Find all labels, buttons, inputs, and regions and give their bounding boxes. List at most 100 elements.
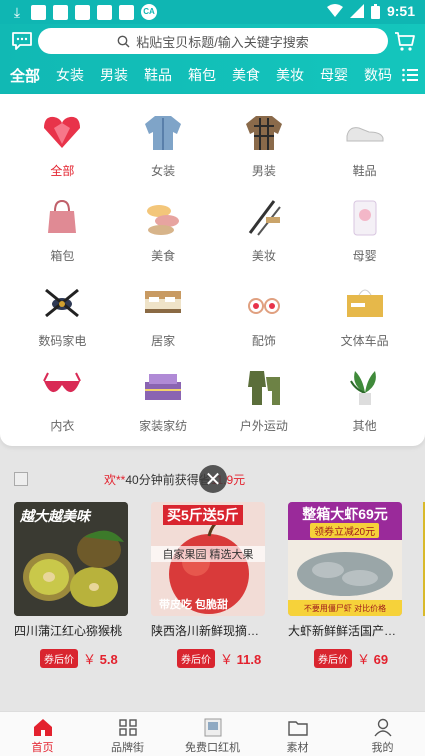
product-image: 买5斤送5斤 自家果园 精选大果 带皮吃 包脆甜 (151, 502, 265, 616)
status-bar: ⤓ CA 9:51 (0, 0, 425, 24)
ticker-text: 40分钟前获得省 (125, 472, 211, 487)
download-icon: ⤓ (13, 3, 21, 20)
product-card[interactable]: 越大越美味 四川蒲江红心猕猴桃 券后价 ￥ 5.8 (14, 502, 132, 668)
list-menu-icon (402, 68, 418, 82)
outdoor-suit-icon (244, 367, 284, 407)
bedding-icon (143, 367, 183, 407)
product-card[interactable]: 买5斤送5斤 自家果园 精选大果 带皮吃 包脆甜 陕西洛川新鲜现摘苹果 券后价 … (151, 502, 269, 668)
category-tab[interactable]: 女装 (48, 65, 92, 85)
tab-item[interactable]: 我的 (340, 712, 425, 756)
category-tab[interactable]: 全部 (0, 65, 48, 86)
close-icon[interactable]: ✕ (199, 465, 227, 493)
earrings-icon (244, 282, 284, 322)
sneaker-icon (345, 112, 385, 152)
message-icon[interactable] (11, 31, 33, 51)
category-grid-item[interactable]: 鞋品 (314, 106, 415, 191)
potted-plant-icon (345, 367, 385, 407)
tab-item[interactable]: 首页 (0, 712, 85, 756)
signal-icon (349, 4, 364, 18)
category-grid-label: 男装 (251, 164, 276, 178)
category-grid-item[interactable]: 家装家纺 (113, 361, 214, 446)
product-title: 陕西洛川新鲜现摘苹果 (151, 624, 266, 638)
category-tab[interactable]: 箱包 (180, 65, 224, 85)
search-input[interactable]: 粘贴宝贝标题/输入关键字搜索 (38, 28, 388, 54)
search-icon (117, 35, 130, 47)
product-price: ￥ 69 (357, 652, 389, 667)
category-grid-item[interactable]: 母婴 (314, 191, 415, 276)
plaid-shirt-icon (244, 112, 284, 152)
category-grid-item[interactable]: 全部 (12, 106, 113, 191)
denim-jacket-icon (143, 112, 183, 152)
notification-icon (75, 4, 90, 20)
category-panel: 全部 女装 男装 鞋品箱包 美食 美妆 母婴数码家电 居家 配饰 文体车品内衣 家装家纺 户外运动 其他 (0, 94, 425, 446)
category-grid-item[interactable]: 户外运动 (214, 361, 315, 446)
category-grid-label: 其他 (352, 419, 377, 433)
category-grid-item[interactable]: 文体车品 (314, 276, 415, 361)
app-badge: CA (141, 4, 157, 20)
top-header: 粘贴宝贝标题/输入关键字搜索 全部 女装 男装 鞋品 箱包 美食 美妆 母婴 数码 (0, 24, 425, 94)
cart-icon[interactable] (394, 30, 416, 52)
product-price: ￥ 5.8 (83, 652, 118, 667)
tab-item[interactable]: 免费口红机 (170, 712, 255, 756)
product-image: 越大越美味 (14, 502, 128, 616)
ticker-user: 欢** (104, 472, 126, 487)
category-grid-label: 文体车品 (340, 334, 389, 348)
product-card[interactable]: 整箱大虾69元 领券立减20元 不要用僵尸虾 对比价格 大虾新鲜鲜活国产海虾 券… (288, 502, 406, 668)
category-grid-item[interactable]: 箱包 (12, 191, 113, 276)
category-grid-item[interactable]: 内衣 (12, 361, 113, 446)
tab-label: 素材 (286, 742, 309, 754)
category-grid-item[interactable]: 女装 (113, 106, 214, 191)
category-menu-button[interactable] (395, 60, 425, 90)
category-grid-label: 家装家纺 (139, 419, 188, 433)
category-tab[interactable]: 数码 (356, 65, 395, 85)
category-grid-item[interactable]: 数码家电 (12, 276, 113, 361)
category-grid-item[interactable]: 居家 (113, 276, 214, 361)
category-grid-item[interactable]: 美妆 (214, 191, 315, 276)
category-grid-item[interactable]: 男装 (214, 106, 315, 191)
category-grid-label: 内衣 (50, 419, 75, 433)
makeup-brush-icon (244, 197, 284, 237)
category-grid-item[interactable]: 其他 (314, 361, 415, 446)
category-grid-label: 居家 (151, 334, 176, 348)
tissue-box-icon (345, 282, 385, 322)
product-title: 大虾新鲜鲜活国产海虾 (288, 624, 403, 638)
category-grid-label: 母婴 (352, 249, 377, 263)
brand-grid-icon (118, 718, 138, 737)
coupon-tag: 券后价 (40, 649, 78, 668)
category-tab[interactable]: 男装 (92, 65, 136, 85)
product-title: 四川蒲江红心猕猴桃 (14, 624, 123, 638)
heart-gem-icon (42, 112, 82, 152)
product-banner: 买5斤送5斤 (163, 505, 243, 525)
search-placeholder: 粘贴宝贝标题/输入关键字搜索 (136, 34, 309, 50)
drone-icon (42, 282, 82, 322)
tab-label: 首页 (31, 742, 54, 754)
category-grid-label: 女装 (151, 164, 176, 178)
price-row: 券后价 ￥ 69 (288, 649, 406, 668)
handbag-icon (42, 197, 82, 237)
baby-product-icon (345, 197, 385, 237)
category-tab[interactable]: 母婴 (312, 65, 356, 85)
bed-icon (143, 282, 183, 322)
product-subbanner: 领券立减20元 (310, 523, 380, 538)
category-grid-label: 配饰 (251, 334, 276, 348)
tab-item[interactable]: 素材 (255, 712, 340, 756)
category-grid-item[interactable]: 配饰 (214, 276, 315, 361)
category-tab[interactable]: 美妆 (268, 65, 312, 85)
category-grid-label: 箱包 (50, 249, 75, 263)
tab-label: 我的 (371, 742, 394, 754)
coupon-tag: 券后价 (314, 649, 352, 668)
category-tab[interactable]: 美食 (224, 65, 268, 85)
bra-icon (42, 367, 82, 407)
category-tab[interactable]: 鞋品 (136, 65, 180, 85)
wifi-icon (326, 4, 343, 17)
notification-icon (97, 4, 112, 20)
category-grid-item[interactable]: 美食 (113, 191, 214, 276)
category-grid-label: 鞋品 (352, 164, 377, 178)
status-left-icons: ⤓ CA (10, 4, 157, 20)
category-grid: 全部 女装 男装 鞋品箱包 美食 美妆 母婴数码家电 居家 配饰 文体车品内衣 家装家纺 户外运动 其他 (12, 106, 415, 446)
tab-item[interactable]: 品牌街 (85, 712, 170, 756)
notification-icon (53, 4, 68, 20)
product-price: ￥ 11.8 (220, 652, 262, 667)
category-grid-label: 全部 (50, 164, 75, 178)
tab-label: 免费口红机 (185, 742, 240, 754)
